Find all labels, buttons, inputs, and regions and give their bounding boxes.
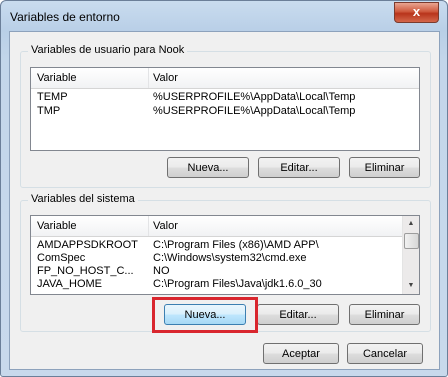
title-bar[interactable]: Variables de entorno x [1,1,447,33]
cancel-button[interactable]: Cancelar [347,343,423,364]
user-variables-list[interactable]: Variable Valor TEMP %USERPROFILE%\AppDat… [30,67,420,151]
variable-name: AMDAPPSDKROOT [37,239,138,251]
variable-name: JAVA_HOME [37,278,102,290]
environment-variables-dialog: Variables de entorno x Variables de usua… [0,0,448,377]
scroll-down-arrow-icon[interactable]: ▼ [403,278,419,294]
user-delete-button[interactable]: Eliminar [349,157,420,178]
variable-name: ComSpec [37,252,86,264]
scroll-up-arrow-icon[interactable]: ▲ [403,216,419,232]
variable-value: C:\Windows\system32\cmd.exe [153,252,307,264]
variable-value: C:\Program Files\Java\jdk1.6.0_30 [153,278,322,290]
system-delete-button[interactable]: Eliminar [349,304,420,325]
column-header-variable[interactable]: Variable [37,220,77,232]
vertical-scrollbar[interactable]: ▲ ▼ [402,216,419,294]
variable-value: C:\Program Files (x86)\AMD APP\ [153,239,319,251]
column-header-value[interactable]: Valor [153,220,178,232]
list-item[interactable]: ComSpec C:\Windows\system32\cmd.exe [31,251,419,265]
list-header: Variable Valor [31,68,419,89]
scrollbar-thumb[interactable] [404,233,419,249]
ok-button[interactable]: Aceptar [263,343,339,364]
list-header: Variable Valor [31,216,402,237]
window-title: Variables de entorno [10,10,120,24]
user-variables-label: Variables de usuario para Nook [28,44,188,56]
list-item[interactable]: AMDAPPSDKROOT C:\Program Files (x86)\AMD… [31,238,419,252]
user-edit-button[interactable]: Editar... [258,157,340,178]
system-variables-list[interactable]: Variable Valor AMDAPPSDKROOT C:\Program … [30,215,420,295]
variable-name: FP_NO_HOST_C... [37,265,134,277]
column-header-value[interactable]: Valor [153,72,178,84]
user-new-button[interactable]: Nueva... [167,157,249,178]
column-header-variable[interactable]: Variable [37,72,77,84]
system-edit-button[interactable]: Editar... [257,304,339,325]
close-button[interactable]: x [394,2,439,23]
highlight-box [152,297,258,333]
list-item[interactable]: TMP %USERPROFILE%\AppData\Local\Temp [31,104,419,118]
variable-name: TEMP [37,91,68,103]
list-item[interactable]: TEMP %USERPROFILE%\AppData\Local\Temp [31,90,419,104]
list-item[interactable]: FP_NO_HOST_C... NO [31,264,419,278]
list-item[interactable]: JAVA_HOME C:\Program Files\Java\jdk1.6.0… [31,277,419,291]
system-variables-group: Variables del sistema Variable Valor AMD… [20,193,431,333]
system-variables-label: Variables del sistema [28,193,138,205]
variable-value: %USERPROFILE%\AppData\Local\Temp [153,91,356,103]
user-variables-group: Variables de usuario para Nook Variable … [20,44,431,188]
variable-value: %USERPROFILE%\AppData\Local\Temp [153,105,356,117]
variable-value: NO [153,265,170,277]
variable-name: TMP [37,105,61,117]
dialog-body: Variables de usuario para Nook Variable … [9,31,440,370]
